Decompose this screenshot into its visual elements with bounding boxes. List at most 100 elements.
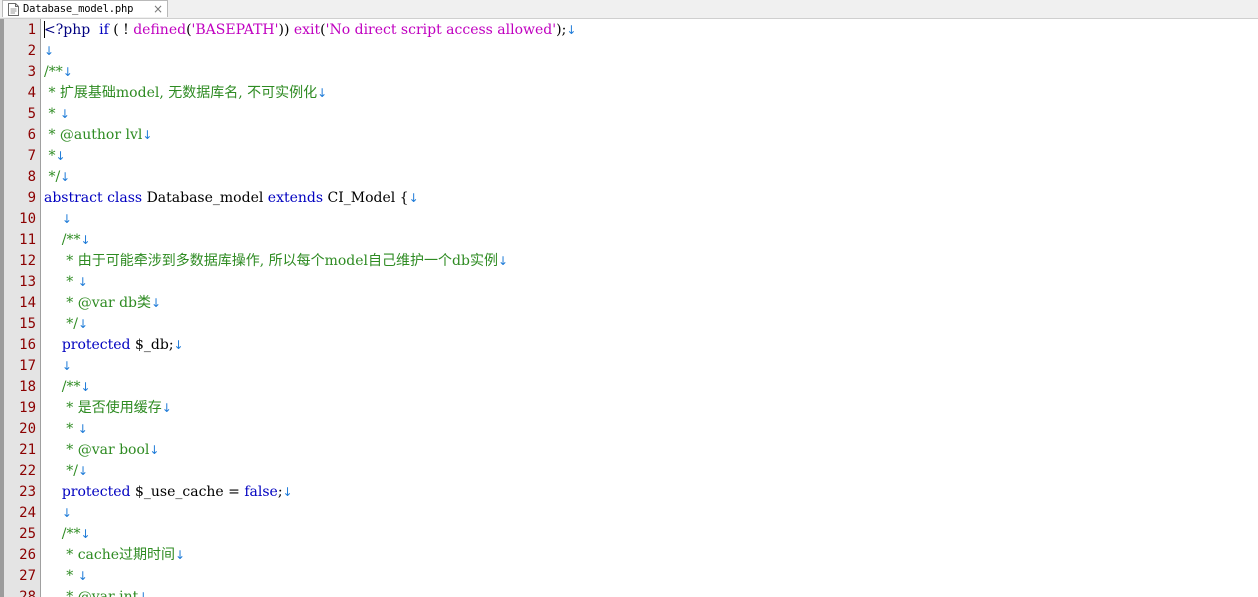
- code-line[interactable]: 7 *↓: [0, 146, 1258, 167]
- code-line[interactable]: 27 * ↓: [0, 566, 1258, 587]
- code-token: * cache过期时间: [44, 547, 176, 563]
- code-text: abstract class Database_model extends CI…: [44, 188, 419, 209]
- code-token: false: [244, 484, 278, 500]
- line-number: 9: [27, 190, 36, 206]
- code-token: *: [44, 106, 60, 122]
- line-number: 20: [19, 421, 36, 437]
- close-tab-icon[interactable]: ×: [151, 1, 165, 17]
- end-of-line-marker: ↓: [282, 485, 293, 499]
- code-token: /**: [44, 232, 81, 248]
- end-of-line-marker: ↓: [161, 401, 172, 415]
- code-line[interactable]: 2 ↓: [0, 41, 1258, 62]
- line-number: 14: [19, 295, 36, 311]
- line-number: 28: [19, 589, 36, 597]
- code-text: * @var bool↓: [44, 440, 159, 461]
- line-number: 18: [19, 379, 36, 395]
- code-line[interactable]: 13 * ↓: [0, 272, 1258, 293]
- code-text: /**↓: [44, 62, 73, 83]
- code-line[interactable]: 26 * cache过期时间↓: [0, 545, 1258, 566]
- code-token: if: [99, 22, 109, 38]
- code-line[interactable]: 3 /**↓: [0, 62, 1258, 83]
- code-line[interactable]: 18 /**↓: [0, 377, 1258, 398]
- code-token: */: [44, 316, 78, 332]
- end-of-line-marker: ↓: [80, 380, 91, 394]
- end-of-line-marker: ↓: [59, 107, 70, 121]
- line-number: 5: [27, 106, 36, 122]
- line-number: 8: [27, 169, 36, 185]
- code-text: <?php if ( ! defined('BASEPATH')) exit('…: [44, 20, 576, 41]
- line-number: 26: [19, 547, 36, 563]
- code-line[interactable]: 10 ↓: [0, 209, 1258, 230]
- line-number: 22: [19, 463, 36, 479]
- code-line[interactable]: 20 * ↓: [0, 419, 1258, 440]
- code-line[interactable]: 9 abstract class Database_model extends C…: [0, 188, 1258, 209]
- code-token: * @author lvl: [44, 127, 143, 143]
- code-line[interactable]: 12 * 由于可能牵涉到多数据库操作, 所以每个model自己维护一个db实例↓: [0, 251, 1258, 272]
- end-of-line-marker: ↓: [80, 233, 91, 247]
- code-line[interactable]: 23 protected $_use_cache = false;↓: [0, 482, 1258, 503]
- code-token: * @var bool: [44, 442, 150, 458]
- end-of-line-marker: ↓: [77, 464, 89, 478]
- end-of-line-marker: ↓: [44, 44, 55, 58]
- code-token: /**: [44, 379, 81, 395]
- code-token: * 是否使用缓存: [44, 400, 162, 416]
- code-text: * @author lvl↓: [44, 125, 152, 146]
- end-of-line-marker: ↓: [77, 569, 88, 583]
- code-token: 'No direct script access allowed': [325, 22, 557, 38]
- code-token: */: [44, 169, 61, 185]
- end-of-line-marker: ↓: [61, 506, 72, 520]
- line-number: 11: [19, 232, 36, 248]
- code-line[interactable]: 25 /**↓: [0, 524, 1258, 545]
- code-line[interactable]: 17 ↓: [0, 356, 1258, 377]
- code-line[interactable]: 6 * @author lvl↓: [0, 125, 1258, 146]
- code-line[interactable]: 21 * @var bool↓: [0, 440, 1258, 461]
- code-line[interactable]: 28 * @var int↓: [0, 587, 1258, 597]
- code-text: * 扩展基础model, 无数据库名, 不可实例化↓: [44, 83, 327, 104]
- line-number: 2: [27, 43, 36, 59]
- line-number: 21: [19, 442, 36, 458]
- line-number: 3: [27, 64, 36, 80]
- code-token: protected: [61, 484, 131, 500]
- code-text: *↓: [44, 146, 66, 167]
- line-number: 19: [19, 400, 36, 416]
- file-tab[interactable]: Database_model.php ×: [2, 0, 168, 17]
- code-line[interactable]: 14 * @var db类↓: [0, 293, 1258, 314]
- code-line[interactable]: 4 * 扩展基础model, 无数据库名, 不可实例化↓: [0, 83, 1258, 104]
- end-of-line-marker: ↓: [317, 86, 328, 100]
- code-token: exit: [293, 22, 321, 38]
- code-line[interactable]: 24 ↓: [0, 503, 1258, 524]
- code-line[interactable]: 1 <?php if ( ! defined('BASEPATH')) exit(…: [0, 20, 1258, 41]
- code-token: /**: [44, 526, 81, 542]
- code-text: */↓: [44, 167, 70, 188]
- end-of-line-marker: ↓: [175, 548, 186, 562]
- end-of-line-marker: ↓: [138, 590, 149, 597]
- code-text: /**↓: [44, 377, 91, 398]
- code-token: * @var int: [44, 589, 139, 597]
- line-number: 24: [19, 505, 36, 521]
- end-of-line-marker: ↓: [60, 170, 71, 184]
- code-token: */: [44, 463, 78, 479]
- code-line[interactable]: 8 */↓: [0, 167, 1258, 188]
- code-line[interactable]: 11 /**↓: [0, 230, 1258, 251]
- code-text: ↓: [44, 356, 72, 377]
- code-line[interactable]: 16 protected $_db;↓: [0, 335, 1258, 356]
- code-token: *: [44, 274, 78, 290]
- code-token: class: [107, 190, 143, 206]
- code-text: * 是否使用缓存↓: [44, 398, 172, 419]
- end-of-line-marker: ↓: [77, 275, 88, 289]
- code-line[interactable]: 5 * ↓: [0, 104, 1258, 125]
- code-token: * 扩展基础model, 无数据库名, 不可实例化: [44, 85, 318, 101]
- code-editor[interactable]: 1 <?php if ( ! defined('BASEPATH')) exit(…: [0, 19, 1258, 597]
- code-lines: 1 <?php if ( ! defined('BASEPATH')) exit(…: [0, 20, 1258, 597]
- code-text: * ↓: [44, 419, 88, 440]
- end-of-line-marker: ↓: [55, 149, 66, 163]
- code-text: ↓: [44, 209, 72, 230]
- code-line[interactable]: 22 */↓: [0, 461, 1258, 482]
- code-token: defined: [133, 22, 187, 38]
- code-line[interactable]: 15 */↓: [0, 314, 1258, 335]
- code-line[interactable]: 19 * 是否使用缓存↓: [0, 398, 1258, 419]
